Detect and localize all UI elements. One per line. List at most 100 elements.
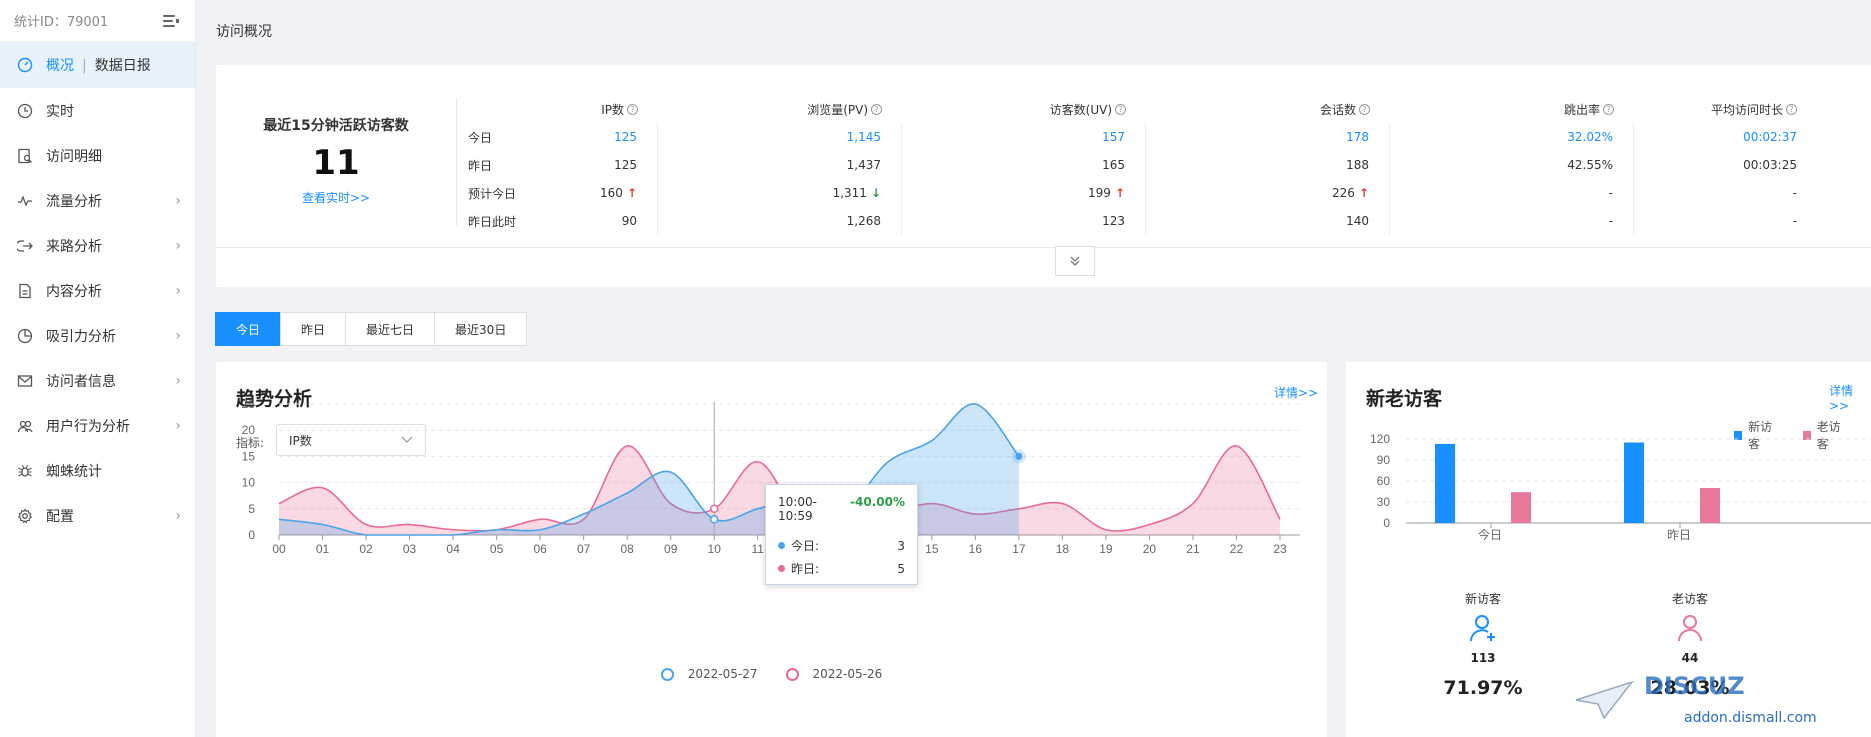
row-label: 预计今日 [468,186,517,201]
sidebar-item-overview[interactable]: 概况 | 数据日报 [0,42,195,88]
series-dot-icon [778,565,785,572]
arrow-up-icon: ↑ [1358,186,1369,200]
daily-report-link[interactable]: 数据日报 [95,58,151,74]
sidebar-item-content[interactable]: 内容分析 › [0,268,195,313]
sidebar-item-label: 蜘蛛统计 [46,463,102,480]
chevron-right-icon: › [175,192,181,209]
x-tick-label: 06 [533,542,547,556]
table-cell: 42.55% [1390,151,1634,179]
page-title: 访问概况 [216,24,272,40]
user-icon [1678,615,1702,642]
table-cell: 188 [1146,151,1390,179]
tooltip-row: 昨日: 5 [778,560,905,577]
table-cell: 157 [902,123,1146,151]
column-header: 平均访问时长? [1634,95,1817,123]
sidebar-item-realtime[interactable]: 实时 [0,88,195,133]
doc-icon [16,282,34,300]
y-tick-label: 15 [242,449,256,463]
sidebar-item-label: 访问者信息 [46,373,116,390]
x-tick-label: 01 [316,542,330,556]
y-tick-label: 10 [242,476,256,490]
expand-button[interactable] [1055,246,1095,276]
x-tick-label: 05 [490,542,504,556]
collapse-menu-icon[interactable] [163,14,179,28]
x-tick-label: 今日 [1478,527,1502,542]
sidebar-item-traffic[interactable]: 流量分析 › [0,178,195,223]
sidebar-item-label: 内容分析 [46,283,102,300]
chevron-right-icon: › [175,507,181,524]
data-point [1015,452,1023,460]
table-cell: 199 ↑ [902,179,1146,207]
tab-last-30-days[interactable]: 最近30日 [434,312,528,346]
table-cell: 90 [548,207,658,235]
help-icon[interactable]: ? [1603,103,1614,115]
y-tick-label: 20 [242,423,256,437]
visitor-bar-chart[interactable]: 0 30 60 90 120 今日 昨日 [1346,362,1871,572]
table-cell: 178 [1146,123,1390,151]
help-icon[interactable]: ? [1786,103,1797,115]
x-tick-label: 18 [1056,542,1070,556]
arrow-down-icon: ↓ [870,186,881,200]
gauge-icon [16,56,34,74]
bar-new-visitors [1624,442,1644,523]
chart-legend: 2022-05-27 2022-05-26 [216,667,1327,681]
old-visitor-label: 老访客 [1671,592,1708,606]
divider [456,98,457,226]
watermark: DISCUZ addon.dismall.com [1574,670,1871,737]
sidebar-item-label: 来路分析 [46,238,102,255]
sidebar-item-settings[interactable]: 配置 › [0,493,195,538]
mail-icon [16,372,34,390]
table-cell: 123 [902,207,1146,235]
data-point [709,504,719,514]
table-row: 预计今日 160 ↑ 1,311 ↓ 199 ↑ 226 ↑ - - [468,179,1871,207]
y-tick-label: 25 [242,397,256,411]
tab-last-7-days[interactable]: 最近七日 [345,312,436,346]
legend-item-today[interactable]: 2022-05-27 [660,667,758,681]
series-dot-icon [778,542,785,549]
sidebar-item-user-behavior[interactable]: 用户行为分析 › [0,403,195,448]
table-cell: - [1390,207,1634,235]
sidebar-item-attraction[interactable]: 吸引力分析 › [0,313,195,358]
x-tick-label: 17 [1012,542,1026,556]
watermark-text: addon.dismall.com [1684,710,1817,726]
chevron-right-icon: › [175,282,181,299]
help-icon[interactable]: ? [1115,103,1126,115]
table-row: 昨日 125 1,437 165 188 42.55% 00:03:25 [468,151,1871,179]
legend-item-yesterday[interactable]: 2022-05-26 [785,667,882,681]
tab-today[interactable]: 今日 [215,312,282,346]
x-tick-label: 04 [446,542,460,556]
sidebar-item-source[interactable]: 来路分析 › [0,223,195,268]
sidebar-item-visit-detail[interactable]: 访问明细 [0,133,195,178]
row-label: 今日 [468,130,493,145]
table-cell: 125 [548,123,658,151]
table-row: 昨日此时 90 1,268 123 140 - - [468,207,1871,235]
view-realtime-link[interactable]: 查看实时>> [216,189,456,206]
help-icon[interactable]: ? [871,103,882,115]
arrow-up-icon: ↑ [626,186,637,200]
x-tick-label: 08 [620,542,634,556]
sidebar-item-spider[interactable]: 蜘蛛统计 [0,448,195,493]
x-tick-label: 10 [708,542,722,556]
sidebar-item-visitor-info[interactable]: 访问者信息 › [0,358,195,403]
table-cell: - [1792,214,1797,228]
date-tabs: 今日 昨日 最近七日 最近30日 [215,312,528,346]
bar-new-visitors [1435,443,1455,523]
stats-id: 统计ID：79001 [14,15,109,30]
table-cell: 00:02:37 [1743,130,1797,144]
table-cell: 160 ↑ [548,179,658,207]
help-icon[interactable]: ? [627,103,638,115]
arrow-up-icon: ↑ [1114,186,1125,200]
bar-old-visitors [1511,492,1531,523]
sidebar-header: 统计ID：79001 [0,0,195,42]
divider [216,247,1871,248]
x-tick-label: 23 [1273,542,1287,556]
row-label: 昨日 [468,158,493,173]
source-icon [16,237,34,255]
tab-yesterday[interactable]: 昨日 [280,312,347,346]
help-icon[interactable]: ? [1359,103,1370,115]
data-point [709,515,719,524]
table-cell: 00:03:25 [1743,158,1797,172]
pie-icon [16,327,34,345]
column-header: 跳出率? [1390,95,1634,123]
new-visitor-count: 113 [1470,651,1496,665]
